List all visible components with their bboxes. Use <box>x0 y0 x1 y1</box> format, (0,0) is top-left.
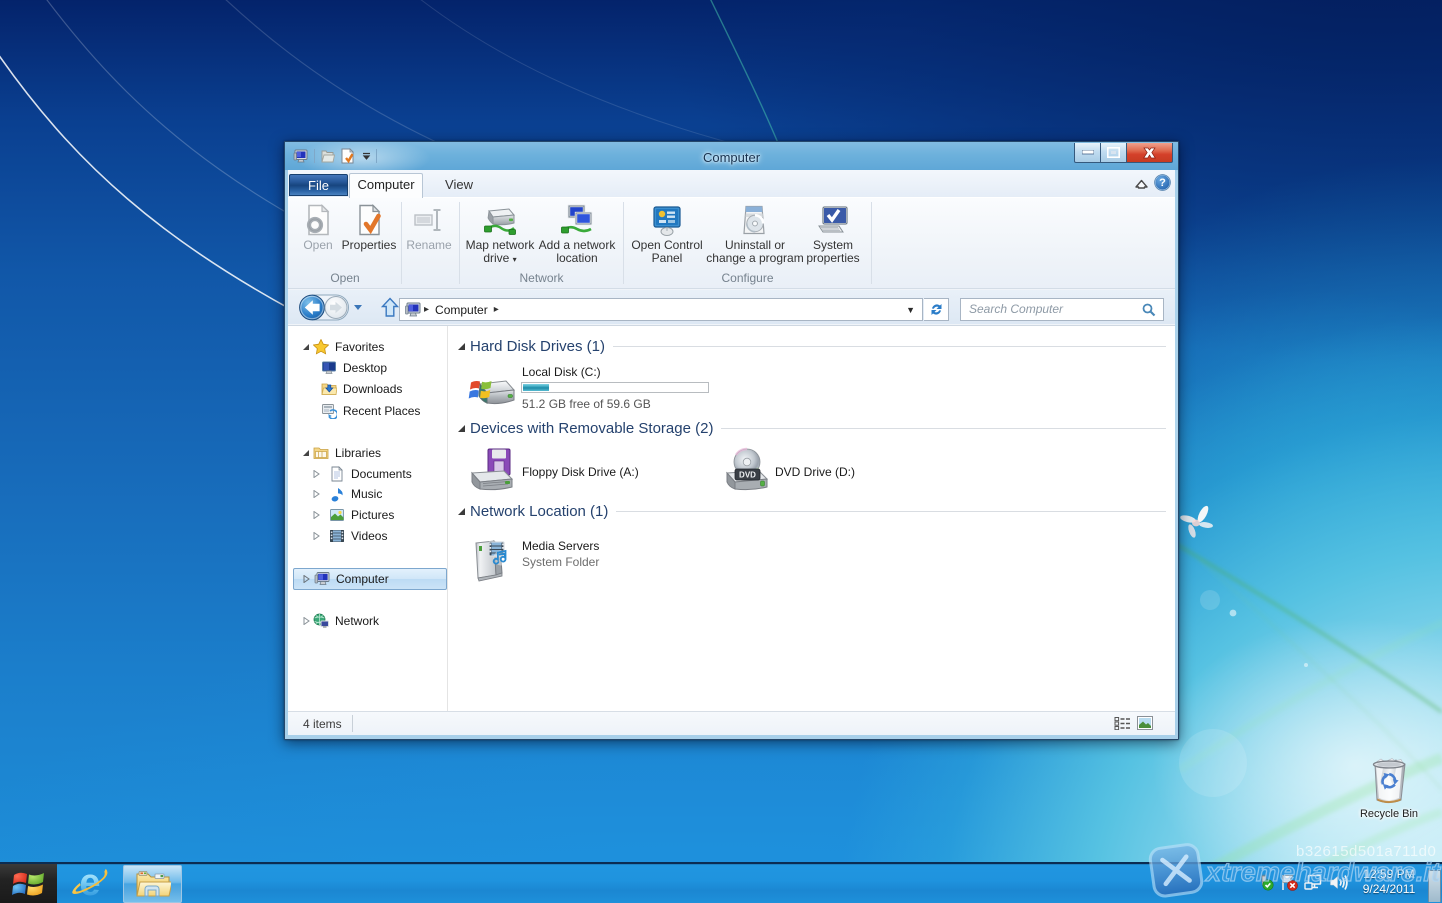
svg-text:?: ? <box>1159 177 1166 189</box>
svg-text:DVD: DVD <box>739 471 756 480</box>
